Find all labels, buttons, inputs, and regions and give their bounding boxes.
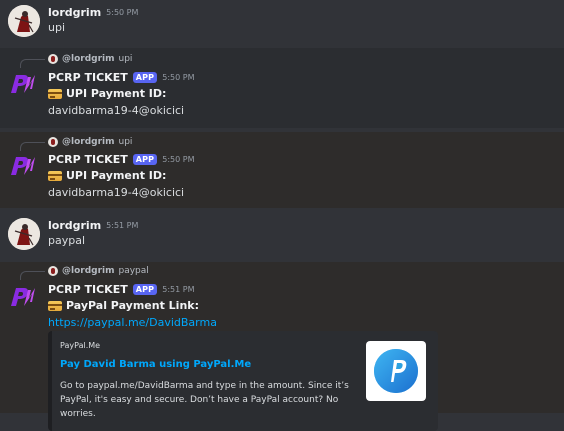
- embed-description: Go to paypal.me/DavidBarma and type in t…: [60, 381, 349, 419]
- timestamp[interactable]: 5:50 PM: [106, 8, 138, 17]
- reply-text: upi: [118, 54, 133, 64]
- reply-reference[interactable]: @lordgrim upi: [20, 135, 133, 151]
- user-avatar[interactable]: [8, 5, 40, 37]
- message-header: PCRP TICKET APP 5:50 PM: [48, 152, 194, 166]
- reply-spine: [20, 271, 45, 280]
- credit-card-icon: [48, 300, 62, 311]
- author-name[interactable]: PCRP TICKET: [48, 71, 128, 84]
- author-name[interactable]: lordgrim: [48, 6, 101, 19]
- message-lordgrim-paypal: lordgrim 5:51 PM paypal: [0, 214, 564, 258]
- reply-author[interactable]: @lordgrim: [62, 137, 115, 147]
- message-header: lordgrim 5:50 PM: [48, 5, 138, 19]
- pcrp-logo-icon: [11, 75, 35, 93]
- reply-author[interactable]: @lordgrim: [62, 266, 115, 276]
- reply-reference[interactable]: @lordgrim paypal: [20, 264, 149, 280]
- message-heading: UPI Payment ID:: [48, 169, 166, 182]
- reply-author[interactable]: @lordgrim: [62, 54, 115, 64]
- reply-text: paypal: [118, 266, 149, 276]
- credit-card-icon: [48, 88, 62, 99]
- heading-text: UPI Payment ID:: [66, 87, 167, 100]
- timestamp[interactable]: 5:50 PM: [162, 155, 194, 164]
- message-pcrp-upi-1: @lordgrim upi PCRP TICKET APP 5:50 PM UP…: [0, 48, 564, 128]
- lordgrim-avatar-icon: [8, 5, 40, 37]
- bot-avatar[interactable]: [8, 281, 40, 313]
- pcrp-logo-icon: [11, 288, 35, 306]
- timestamp[interactable]: 5:50 PM: [162, 73, 194, 82]
- reply-reference[interactable]: @lordgrim upi: [20, 52, 133, 68]
- credit-card-icon: [48, 170, 62, 181]
- author-name[interactable]: PCRP TICKET: [48, 153, 128, 166]
- pcrp-logo-icon: [11, 157, 35, 175]
- message-text: paypal: [48, 234, 86, 247]
- message-pcrp-upi-2: @lordgrim upi PCRP TICKET APP 5:50 PM UP…: [0, 132, 564, 208]
- reply-spine: [20, 59, 45, 68]
- paypal-link[interactable]: https://paypal.me/DavidBarma: [48, 316, 217, 329]
- chat-message-list: lordgrim 5:50 PM upi @lordgrim upi PCRP …: [0, 0, 564, 431]
- reply-avatar-icon: [48, 266, 58, 276]
- app-badge: APP: [132, 153, 158, 165]
- app-badge: APP: [132, 71, 158, 83]
- user-avatar[interactable]: [8, 218, 40, 250]
- timestamp[interactable]: 5:51 PM: [106, 221, 138, 230]
- message-header: lordgrim 5:51 PM: [48, 218, 138, 232]
- app-badge: APP: [132, 283, 158, 295]
- reply-avatar-icon: [48, 54, 58, 64]
- heading-text: UPI Payment ID:: [66, 169, 167, 182]
- message-header: PCRP TICKET APP 5:51 PM: [48, 282, 194, 296]
- reply-avatar-icon: [48, 137, 58, 147]
- message-text: upi: [48, 21, 66, 34]
- embed-provider[interactable]: PayPal.Me: [60, 341, 100, 350]
- message-heading: PayPal Payment Link:: [48, 299, 199, 312]
- lordgrim-avatar-icon: [8, 218, 40, 250]
- bot-avatar[interactable]: [8, 150, 40, 182]
- author-name[interactable]: PCRP TICKET: [48, 283, 128, 296]
- heading-text: PayPal Payment Link:: [66, 299, 199, 312]
- message-heading: UPI Payment ID:: [48, 87, 166, 100]
- bot-avatar[interactable]: [8, 68, 40, 100]
- upi-id-text: davidbarma19-4@okicici: [48, 104, 185, 117]
- message-header: PCRP TICKET APP 5:50 PM: [48, 70, 194, 84]
- embed-thumbnail[interactable]: [366, 341, 426, 401]
- link-embed: PayPal.Me Pay David Barma using PayPal.M…: [48, 331, 438, 431]
- author-name[interactable]: lordgrim: [48, 219, 101, 232]
- upi-id-text: davidbarma19-4@okicici: [48, 186, 185, 199]
- embed-title[interactable]: Pay David Barma using PayPal.Me: [60, 359, 251, 370]
- message-lordgrim-upi: lordgrim 5:50 PM upi: [0, 0, 564, 44]
- paypal-logo-icon: [374, 349, 418, 393]
- reply-text: upi: [118, 137, 133, 147]
- timestamp[interactable]: 5:51 PM: [162, 285, 194, 294]
